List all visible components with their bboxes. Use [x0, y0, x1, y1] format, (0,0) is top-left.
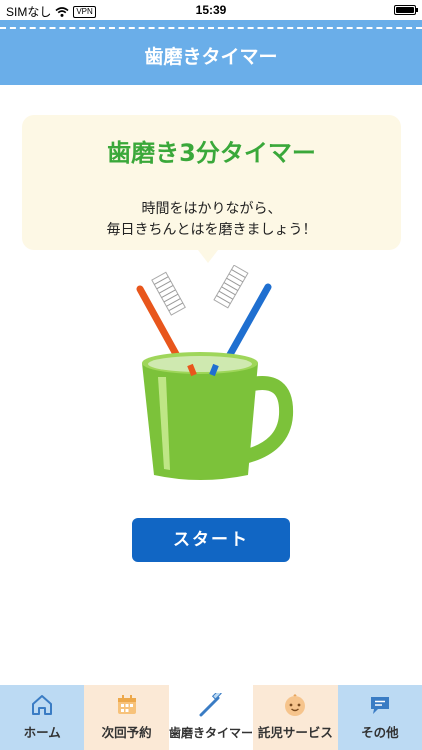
bubble-tail: [198, 250, 218, 263]
tab-next-reservation[interactable]: 次回予約: [84, 685, 169, 750]
tab-label: その他: [361, 725, 399, 740]
bubble-line-2: 毎日きちんとはを磨きましょう！: [106, 222, 317, 238]
toothbrush-icon: [198, 689, 224, 721]
toothbrush-cup-illustration: [120, 264, 300, 490]
tab-toothbrush-timer[interactable]: 歯磨きタイマー: [168, 685, 254, 750]
header-dashed-line: [0, 27, 422, 29]
chat-bubble-icon: [368, 693, 392, 721]
page-title: 歯磨きタイマー: [144, 46, 278, 68]
tab-home[interactable]: ホーム: [0, 685, 85, 750]
bubble-title: 歯磨き3分タイマー: [107, 139, 316, 167]
tab-label: 歯磨きタイマー: [169, 726, 254, 740]
tab-label: ホーム: [23, 725, 61, 740]
house-icon: [30, 693, 54, 721]
baby-face-icon: [282, 693, 308, 721]
tab-label: 次回予約: [101, 725, 152, 740]
tab-childcare-service[interactable]: 託児サービス: [253, 685, 338, 750]
intro-bubble: 歯磨き3分タイマー 時間をはかりながら、 毎日きちんとはを磨きましょう！: [22, 115, 401, 250]
bubble-text: 時間をはかりながら、 毎日きちんとはを磨きましょう！: [22, 199, 401, 241]
status-bar: SIMなし VPN 15:39: [0, 0, 422, 20]
start-button[interactable]: スタート: [132, 518, 290, 562]
bubble-line-1: 時間をはかりながら、: [141, 201, 282, 217]
status-time: 15:39: [195, 3, 227, 17]
battery-icon: [394, 5, 418, 15]
calendar-icon: [115, 693, 139, 721]
header: 歯磨きタイマー: [0, 20, 422, 85]
tab-label: 託児サービス: [257, 725, 333, 740]
tab-other[interactable]: その他: [337, 685, 422, 750]
tab-bar: ホーム 次回予約 歯磨きタイマー 託児サービス その他: [0, 685, 422, 750]
green-cup-icon: [142, 352, 294, 480]
